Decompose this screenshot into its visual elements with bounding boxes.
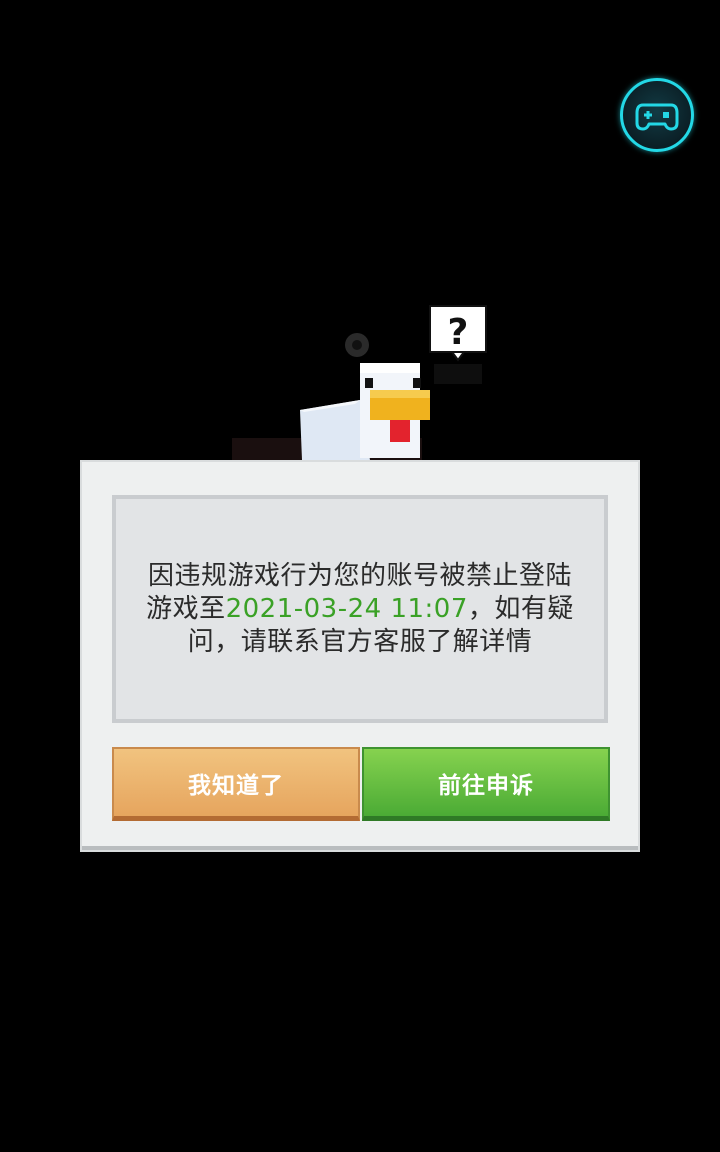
appeal-button[interactable]: 前往申诉	[362, 747, 610, 821]
ok-button[interactable]: 我知道了	[112, 747, 360, 821]
gamepad-icon	[635, 103, 679, 131]
ban-message: 因违规游戏行为您的账号被禁止登陆游戏至2021-03-24 11:07，如有疑问…	[140, 560, 580, 659]
question-mark-icon: ?	[429, 305, 487, 384]
gear-icon	[345, 333, 369, 357]
ban-until-date: 2021-03-24 11:07	[225, 593, 468, 624]
ban-notice-dialog: 因违规游戏行为您的账号被禁止登陆游戏至2021-03-24 11:07，如有疑问…	[80, 460, 640, 852]
gamepad-button[interactable]	[620, 78, 694, 152]
svg-text:?: ?	[448, 312, 469, 353]
chicken-mascot: ?	[230, 300, 500, 465]
message-panel: 因违规游戏行为您的账号被禁止登陆游戏至2021-03-24 11:07，如有疑问…	[112, 495, 608, 723]
